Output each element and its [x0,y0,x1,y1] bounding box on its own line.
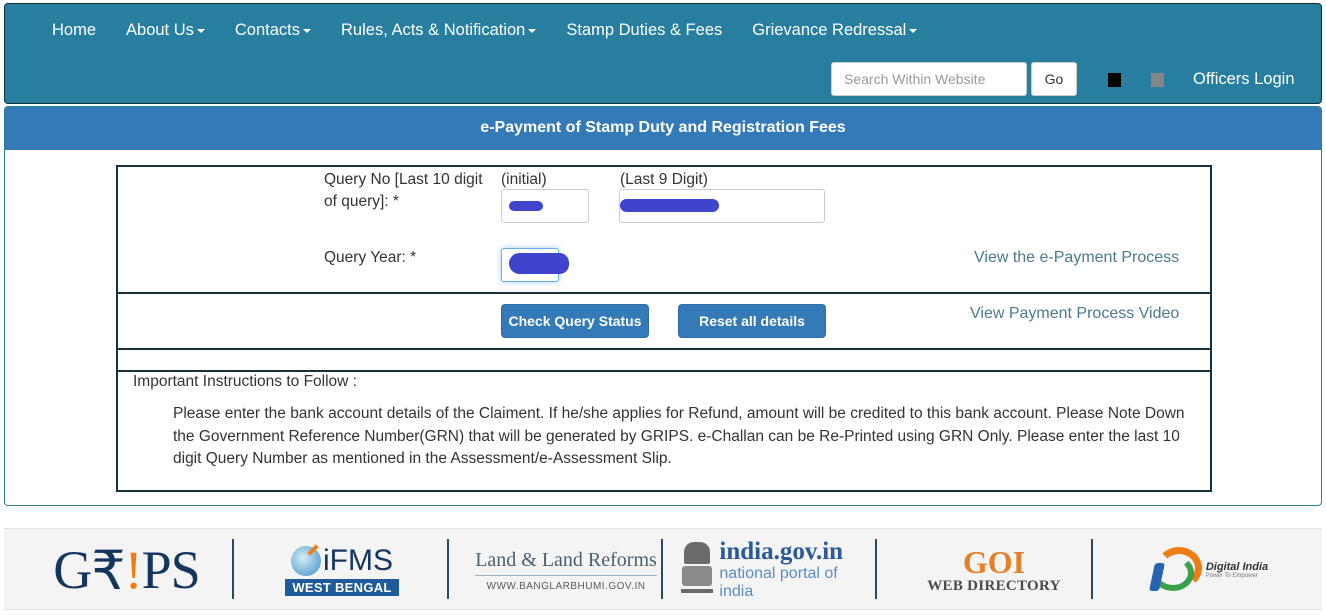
query-year-label: Query Year: * [324,249,417,266]
view-payment-video-link[interactable]: View Payment Process Video [970,305,1179,323]
nav-rules-acts[interactable]: Rules, Acts & Notification [326,20,551,40]
caret-down-icon [909,29,918,33]
search-go-button[interactable]: Go [1031,62,1077,96]
land-logo-title: Land & Land Reforms [475,549,657,576]
nav-grievance-label: Grievance Redressal [752,21,907,39]
rupee-icon: ₹ [91,540,125,601]
caret-down-icon [196,29,205,33]
instructions-body: Please enter the bank account details of… [173,405,1185,467]
partner-logos-bar: G ₹! PS iFMS WEST BENGAL Land & Land Refor… [4,528,1322,610]
officers-login-link[interactable]: Officers Login [1193,70,1295,89]
nav-stamp-duties-label: Stamp Duties & Fees [566,21,723,39]
search-input[interactable] [831,62,1027,96]
caret-down-icon [303,29,312,33]
query-year-input[interactable] [501,248,569,282]
black-contrast-theme-button[interactable] [1108,73,1121,87]
nav-contacts-label: Contacts [234,21,301,39]
ifms-logo-link[interactable]: iFMS WEST BENGAL [282,529,402,611]
row-divider [118,370,1210,372]
grips-logo-ps: PS [141,540,201,600]
ifms-logo-title: iFMS [323,544,393,577]
grips-logo-g: G [53,540,92,600]
grips-logo-link[interactable]: G ₹! PS [44,529,209,611]
nav-contacts[interactable]: Contacts [220,20,326,40]
nav-stamp-duties[interactable]: Stamp Duties & Fees [551,20,737,40]
nav-about-us[interactable]: About Us [111,20,220,40]
land-reforms-logo-link[interactable]: Land & Land Reforms WWW.BANGLARBHUMI.GOV… [474,529,658,611]
redacted-value-mark [509,253,569,274]
logo-divider [875,539,877,599]
nav-rules-acts-label: Rules, Acts & Notification [341,21,526,39]
ifms-logo-top: iFMS [291,544,393,578]
digital-india-logo-link[interactable]: Digital India Power To Empower [1132,529,1282,611]
caret-down-icon [528,29,537,33]
redacted-value-mark [509,201,543,211]
initial-label: (initial) [501,171,547,188]
main-menu: Home About Us Contacts Rules, Acts & Not… [37,20,932,40]
goi-web-directory-logo-link[interactable]: GOI WEB DIRECTORY [919,529,1069,611]
nav-home[interactable]: Home [37,20,111,40]
goi-logo-title: GOI [962,543,1026,580]
digital-india-icon [1146,547,1204,593]
logo-divider [661,539,663,599]
goi-logo-subtitle: WEB DIRECTORY [927,577,1061,594]
query-form: Query No [Last 10 digit of query]: * (in… [116,165,1212,492]
india-gov-text: india.gov.in national portal of india [719,539,869,601]
nav-about-us-label: About Us [126,21,194,39]
epayment-panel: e-Payment of Stamp Duty and Registration… [4,106,1322,506]
india-gov-title: india.gov.in [719,538,844,565]
instructions-title: Important Instructions to Follow : [133,373,357,390]
globe-icon [291,546,321,576]
query-no-label: Query No [Last 10 digit of query]: * [324,171,483,210]
digital-india-text: Digital India Power To Empower [1206,561,1268,579]
grey-contrast-theme-button[interactable] [1151,73,1164,87]
view-epayment-process-link[interactable]: View the e-Payment Process [974,249,1179,267]
logo-divider [1091,539,1093,599]
grips-logo-bang: ! [124,540,143,600]
india-gov-subtitle: national portal of india [719,565,838,600]
digital-india-subtitle: Power To Empower [1205,573,1258,579]
logo-divider [232,539,234,599]
top-navbar: Home About Us Contacts Rules, Acts & Not… [4,3,1322,104]
redacted-value-mark [620,199,719,212]
ifms-logo-subtitle: WEST BENGAL [285,579,399,596]
panel-title: e-Payment of Stamp Duty and Registration… [5,107,1321,150]
india-gov-logo-link[interactable]: india.gov.in national portal of india [679,529,869,611]
query-initial-input[interactable] [501,189,589,223]
reset-all-details-button[interactable]: Reset all details [678,304,826,338]
nav-grievance[interactable]: Grievance Redressal [737,20,932,40]
row-divider [118,292,1210,294]
logo-divider [447,539,449,599]
check-query-status-button[interactable]: Check Query Status [501,304,649,338]
digital-india-title: Digital India [1205,561,1269,573]
nav-home-label: Home [52,21,97,39]
last9-label: (Last 9 Digit) [620,171,708,188]
land-logo-subtitle: WWW.BANGLARBHUMI.GOV.IN [486,580,646,592]
row-divider [118,348,1210,350]
national-emblem-icon [679,542,713,598]
site-search: Go [831,62,1077,96]
query-last9-input[interactable] [619,189,825,223]
